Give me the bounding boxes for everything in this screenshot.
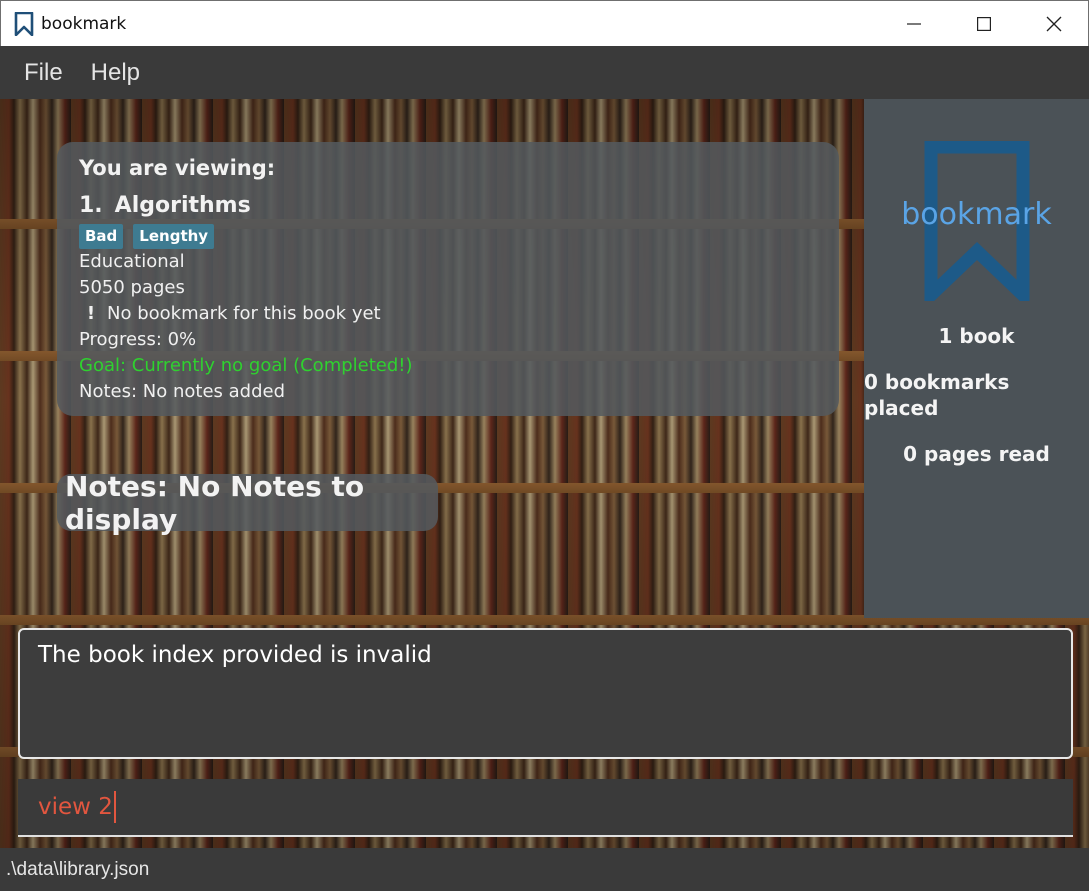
book-title: Algorithms: [114, 193, 251, 218]
viewing-heading: You are viewing:: [79, 156, 276, 180]
book-progress: Progress: 0%: [79, 329, 197, 350]
status-bar: .\data\library.json: [0, 848, 1089, 891]
book-index: 1.: [79, 193, 103, 218]
book-detail-card: You are viewing: 1. Algorithms Bad Length…: [57, 142, 839, 416]
result-display[interactable]: The book index provided is invalid: [18, 628, 1073, 759]
bookmark-status: No bookmark for this book yet: [107, 303, 381, 324]
result-message: The book index provided is invalid: [38, 642, 432, 668]
close-icon: [1046, 16, 1062, 32]
file-path: .\data\library.json: [6, 858, 150, 880]
book-genre: Educational: [79, 251, 185, 272]
bookmark-count: 0 bookmarks placed: [864, 370, 1010, 420]
notes-panel: Notes: No Notes to display: [57, 470, 438, 536]
menu-file[interactable]: File: [24, 59, 63, 87]
command-input[interactable]: view 2: [18, 779, 1073, 837]
book-count: 1 book: [938, 324, 1015, 348]
pages-read: 0 pages read: [903, 442, 1050, 466]
logo-text: bookmark: [901, 197, 1052, 232]
bookmark-icon: [14, 11, 34, 36]
book-title-row: 1. Algorithms: [79, 192, 817, 220]
minimize-icon: [907, 23, 921, 25]
maximize-button[interactable]: [949, 1, 1019, 47]
book-goal: Goal: Currently no goal (Completed!): [79, 355, 413, 376]
notes-panel-label: Notes: No Notes to display: [65, 469, 365, 536]
close-button[interactable]: [1019, 1, 1089, 47]
text-caret: [113, 791, 116, 823]
title-bar: bookmark: [0, 0, 1089, 46]
minimize-button[interactable]: [879, 1, 949, 47]
window-title: bookmark: [41, 13, 127, 34]
tag-bad: Bad: [79, 224, 124, 249]
bookmark-status-row: ! No bookmark for this book yet: [79, 301, 817, 327]
menu-bar: File Help: [0, 46, 1089, 99]
app-logo: bookmark: [897, 140, 1057, 311]
tag-list: Bad Lengthy: [79, 224, 817, 249]
tag-lengthy: Lengthy: [133, 224, 215, 249]
book-notes: Notes: No notes added: [79, 381, 286, 402]
command-text: view 2: [38, 794, 113, 820]
menu-help[interactable]: Help: [91, 59, 140, 87]
summary-panel: bookmark 1 book 0 bookmarks placed 0 pag…: [864, 99, 1089, 618]
exclamation-icon: !: [86, 303, 96, 324]
book-pages: 5050 pages: [79, 277, 185, 298]
maximize-icon: [977, 17, 991, 31]
